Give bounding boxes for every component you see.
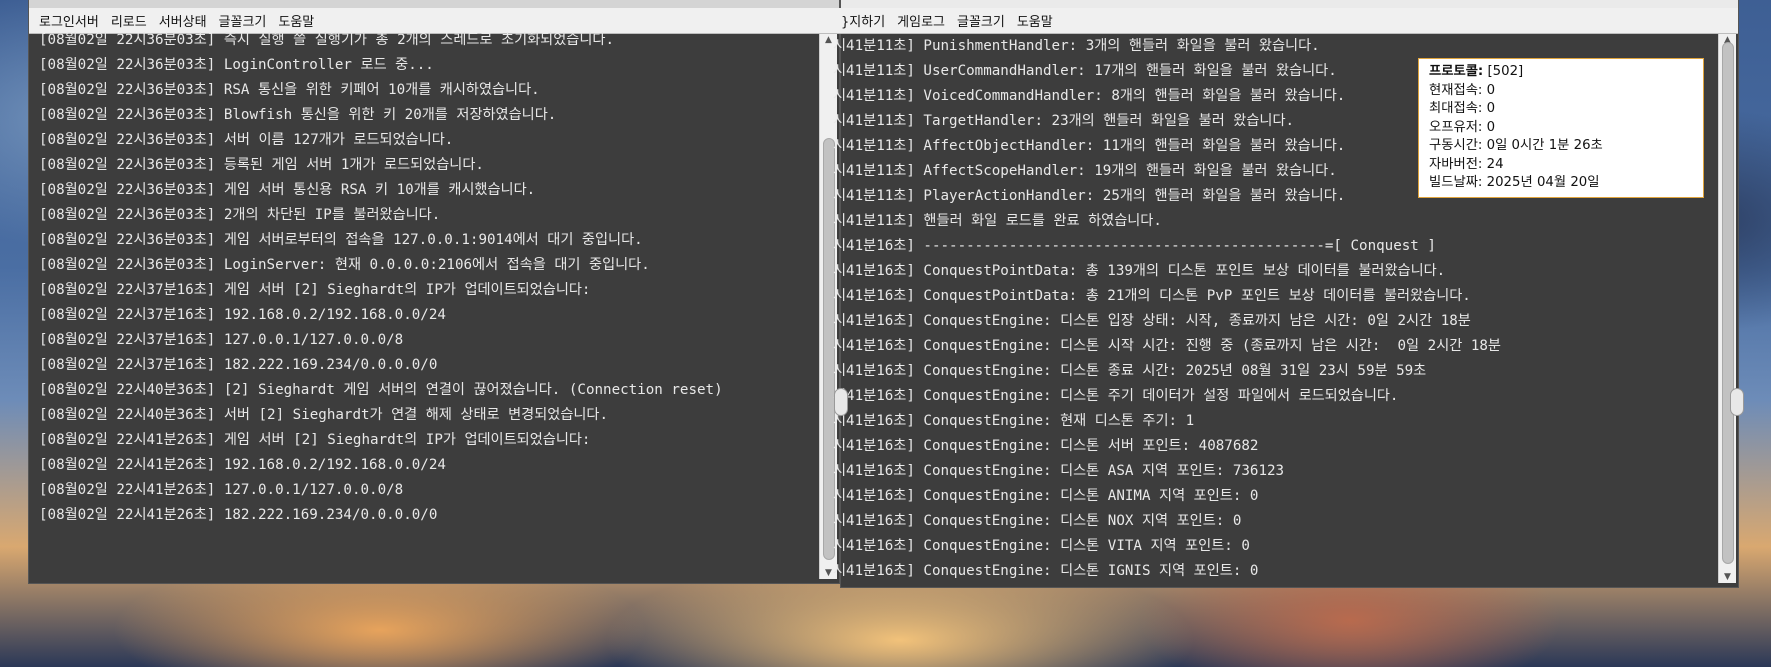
- menu-font-size[interactable]: 글꼴크기: [951, 11, 1011, 30]
- log-line: 시41분16초] ConquestPointData: 총 21개의 디스톤 P…: [833, 288, 1471, 304]
- log-line: [08월02일 22시41분26초] 게임 서버 [2] Sieghardt의 …: [39, 432, 591, 448]
- log-line: [08월02일 22시36분03초] 2개의 차단된 IP를 불러왔습니다.: [39, 207, 441, 223]
- log-line: 시41분16초] ConquestEngine: 디스톤 입장 상태: 시작, …: [833, 313, 1471, 329]
- stat-row: 자바버전: 24: [1429, 156, 1504, 172]
- menu-help[interactable]: 도움말: [1011, 11, 1059, 30]
- log-line: 시41분16초] ConquestEngine: 디스톤 ANIMA 지역 포인…: [833, 488, 1259, 504]
- stat-row: 최대접속: 0: [1429, 101, 1496, 116]
- login-server-window: 로그인서버 리로드 서버상태 글꼴크기 도움말 [08월02일 22시36분03…: [28, 0, 840, 584]
- splitter-handle-left[interactable]: [834, 388, 848, 416]
- log-line: [08월02일 22시37분16초] 127.0.0.1/127.0.0.0/8: [39, 332, 404, 348]
- log-line: 시41분16초] ConquestEngine: 디스톤 ASA 지역 포인트:…: [833, 463, 1285, 479]
- log-text-area[interactable]: [08월02일 22시36분03초] 즉시 실행 쓸 실행기가 총 2개의 스레…: [39, 28, 813, 579]
- window-title-strip: [841, 0, 1738, 8]
- log-line: [08월02일 22시36분03초] LoginController 로드 중.…: [39, 57, 434, 73]
- window-title-strip: [29, 0, 839, 8]
- protocol-value: [502]: [1487, 64, 1524, 79]
- log-line: [08월02일 22시41분26초] 182.222.169.234/0.0.0…: [39, 507, 438, 523]
- log-line: 시41분16초] ConquestEngine: 디스톤 주기 데이터가 설정 …: [833, 388, 1399, 404]
- log-line: 시41분16초] ConquestEngine: 디스톤 IGNIS 지역 포인…: [833, 563, 1259, 579]
- scrollbar-thumb[interactable]: [1722, 42, 1734, 564]
- menu-bar: }지하기 게임로그 글꼴크기 도움말: [835, 8, 1738, 34]
- log-line: 시41분16초] ConquestPointData: 총 139개의 디스톤 …: [833, 263, 1446, 279]
- stat-row: 구동시간: 0일 0시간 1분 26초: [1429, 138, 1603, 153]
- log-line: 시41분16초] ConquestEngine: 디스톤 NOX 지역 포인트:…: [833, 513, 1242, 529]
- log-line: [08월02일 22시41분26초] 127.0.0.1/127.0.0.0/8: [39, 482, 404, 498]
- log-line: [08월02일 22시36분03초] 등록된 게임 서버 1개가 로드되었습니다…: [39, 157, 484, 173]
- menu-game-log[interactable]: 게임로그: [891, 11, 951, 30]
- stat-row: 현재접속: 0: [1429, 82, 1496, 98]
- log-line: [08월02일 22시36분03초] 즉시 실행 쓸 실행기가 총 2개의 스레…: [39, 32, 614, 48]
- stat-row: 빌드날짜: 2025년 04월 20일: [1429, 175, 1600, 190]
- splitter-handle-right[interactable]: [1730, 388, 1744, 416]
- log-line: [08월02일 22시37분16초] 게임 서버 [2] Sieghardt의 …: [39, 282, 591, 298]
- scroll-down-icon[interactable]: ▼: [1719, 571, 1736, 583]
- protocol-label: 프로토콜:: [1429, 64, 1484, 79]
- log-line: 시41분16초] ConquestEngine: 디스톤 시작 시간: 진행 중…: [833, 338, 1501, 354]
- log-line: [08월02일 22시36분03초] 서버 이름 127개가 로드되었습니다.: [39, 132, 454, 148]
- log-line: 시41분16초] -------------------------------…: [833, 238, 1436, 254]
- log-line: [08월02일 22시40분36초] 서버 [2] Sieghardt가 연결 …: [39, 407, 609, 423]
- log-line: [08월02일 22시37분16초] 192.168.0.2/192.168.0…: [39, 307, 446, 323]
- log-line: [08월02일 22시41분26초] 192.168.0.2/192.168.0…: [39, 457, 446, 473]
- log-line: [08월02일 22시36분03초] 게임 서버로부터의 접속을 127.0.0…: [39, 232, 643, 248]
- log-line: [08월02일 22시36분03초] RSA 통신을 위한 키페어 10개를 캐…: [39, 82, 540, 98]
- log-line: [08월02일 22시36분03초] LoginServer: 현재 0.0.0…: [39, 257, 650, 273]
- log-line: 시41분11초] 핸들러 화일 로드를 완료 하였습니다.: [833, 213, 1162, 229]
- log-line: [08월02일 22시37분16초] 182.222.169.234/0.0.0…: [39, 357, 438, 373]
- log-line: 시41분16초] ConquestEngine: 디스톤 VITA 지역 포인트…: [833, 538, 1250, 554]
- log-line: [08월02일 22시36분03초] 게임 서버 통신용 RSA 키 10개를 …: [39, 182, 536, 198]
- log-line: [08월02일 22시40분36초] [2] Sieghardt 게임 서버의 …: [39, 382, 723, 398]
- vertical-scrollbar[interactable]: ▲ ▼: [1718, 34, 1736, 583]
- stat-row: 오프유저: 0: [1429, 119, 1496, 135]
- log-line: 시41분11초] PunishmentHandler: 3개의 핸들러 화일을 …: [833, 38, 1320, 54]
- log-line: [08월02일 22시36분03초] Blowfish 통신을 위한 키 20개…: [39, 107, 557, 123]
- log-line: 시41분16초] ConquestEngine: 현재 디스톤 주기: 1: [833, 413, 1195, 429]
- log-line: 시41분16초] ConquestEngine: 디스톤 종료 시간: 2025…: [833, 363, 1427, 379]
- stat-protocol: 프로토콜: [502]: [1429, 63, 1693, 82]
- log-line: 시41분16초] ConquestEngine: 디스톤 서버 포인트: 408…: [833, 438, 1259, 454]
- server-stats-panel: 프로토콜: [502] 현재접속: 0 최대접속: 0 오프유저: 0 구동시간: 0…: [1418, 58, 1704, 198]
- menu-stop[interactable]: }지하기: [835, 11, 891, 30]
